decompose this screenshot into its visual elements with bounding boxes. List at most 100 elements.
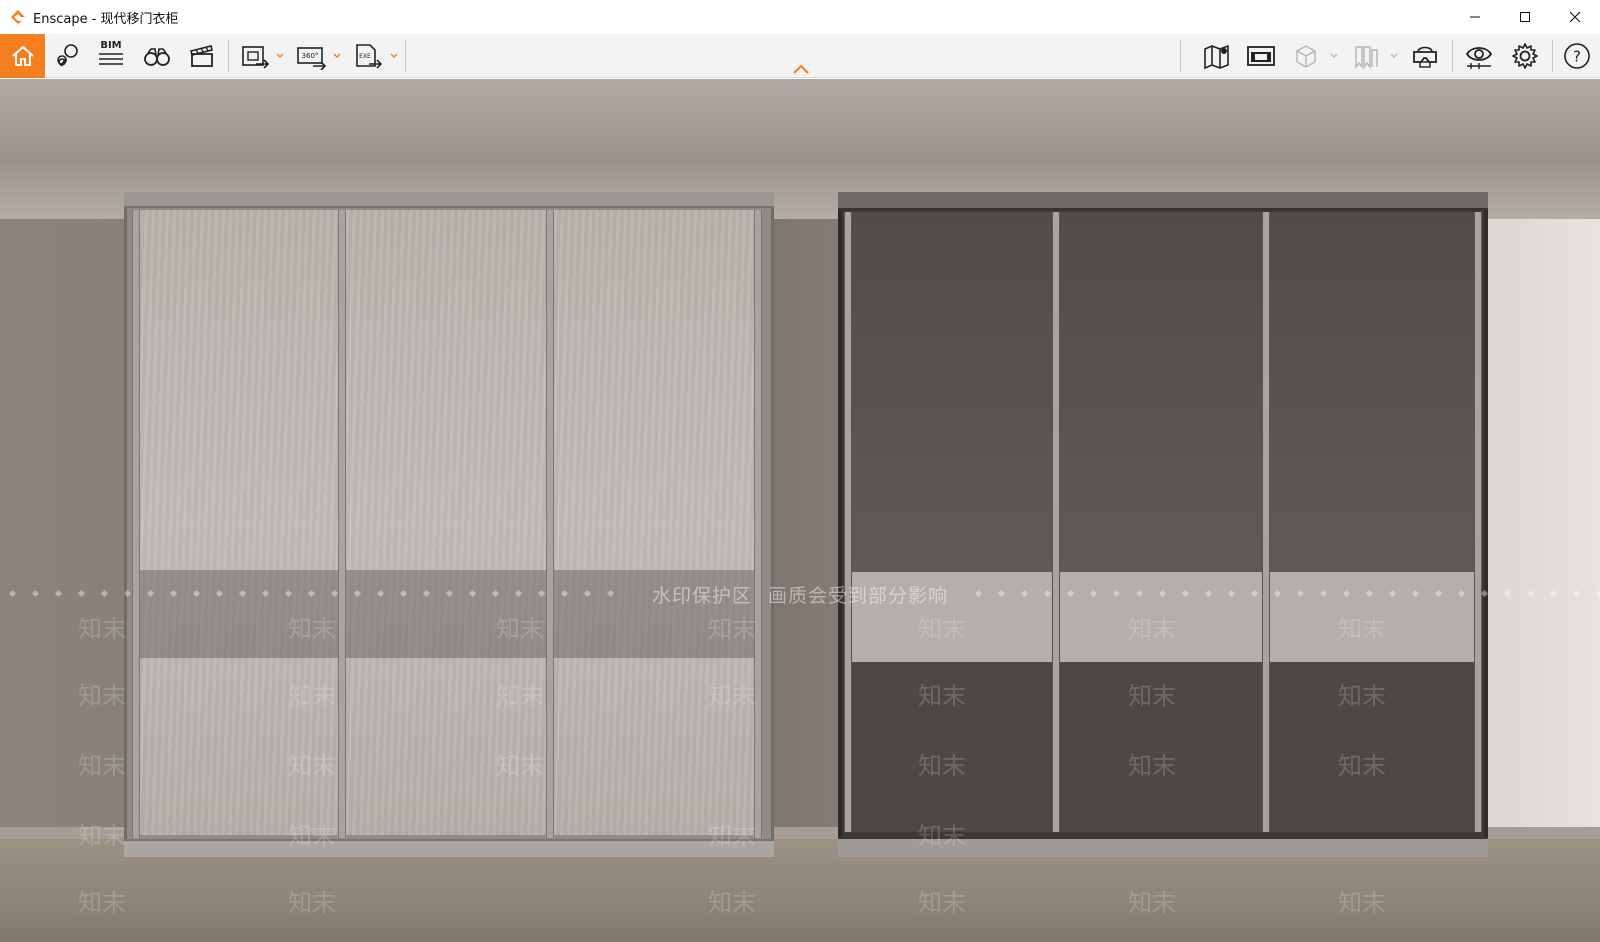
door-rail xyxy=(844,212,852,832)
maximize-button[interactable] xyxy=(1500,0,1550,34)
watermark-tile: 知末 xyxy=(78,822,126,850)
door-rail xyxy=(338,210,346,838)
sliding-door-panel xyxy=(1060,212,1264,832)
help-icon: ? xyxy=(1564,43,1590,69)
watermark-tile: 知末 xyxy=(78,889,126,917)
help-glyph: ? xyxy=(1573,48,1581,66)
watermark-tile: 知末 xyxy=(496,615,544,643)
watermark-tile: 知末 xyxy=(1338,615,1386,643)
watermark-tile: 知末 xyxy=(1338,889,1386,917)
views-button[interactable] xyxy=(52,34,84,78)
door-rail xyxy=(546,210,554,838)
watermark-tile: 知末 xyxy=(496,752,544,780)
wardrobe-top-rail xyxy=(838,192,1488,210)
vr-headset-button[interactable] xyxy=(1408,34,1442,78)
bim-icon xyxy=(99,53,123,65)
watermark-tile: 知末 xyxy=(1338,752,1386,780)
watermark-tile: 知末 xyxy=(288,682,336,710)
toolbar-separator xyxy=(1180,40,1181,72)
watermark-tile: 知末 xyxy=(1128,889,1176,917)
window-title: Enscape - 现代移门衣柜 xyxy=(33,11,179,27)
enscape-logo-icon xyxy=(11,10,25,24)
panorama-label: 360° xyxy=(302,52,319,60)
toolbar-separator xyxy=(405,40,406,72)
watermark-tile: 知末 xyxy=(708,682,756,710)
bookmarks-button[interactable] xyxy=(1350,34,1382,78)
render-image-dropdown[interactable] xyxy=(276,34,284,78)
map-icon xyxy=(1204,44,1229,70)
watermark-tile: 知末 xyxy=(78,682,126,710)
asset-library-button[interactable] xyxy=(1244,34,1278,78)
watermark-text-left: 水印保护区 xyxy=(651,584,752,607)
watermark-tile: 知末 xyxy=(288,752,336,780)
video-editor-button[interactable] xyxy=(186,34,218,78)
home-button[interactable] xyxy=(0,34,45,78)
sliding-door-panel xyxy=(346,210,546,835)
watermark-tile: 知末 xyxy=(918,752,966,780)
render-image-button[interactable] xyxy=(238,34,272,78)
vr-headset-icon xyxy=(1413,46,1437,68)
door-rail xyxy=(754,210,762,838)
toolbar-separator xyxy=(228,40,229,72)
help-button[interactable]: ? xyxy=(1560,34,1594,78)
watermark-banner: 水印保护区 画质会受到部分影响 xyxy=(0,579,1600,609)
close-button[interactable] xyxy=(1550,0,1600,34)
watermark-tile: 知末 xyxy=(918,682,966,710)
door-upper xyxy=(1060,212,1264,572)
main-toolbar: BIM 360° EXE ? xyxy=(0,34,1600,78)
map-pin-icon xyxy=(57,44,78,67)
wardrobe-bottom-rail xyxy=(124,839,774,857)
chevron-down-icon xyxy=(1330,53,1338,58)
watermark-tile: 知末 xyxy=(288,822,336,850)
sliding-door-panel xyxy=(138,210,338,835)
render-viewport[interactable]: 水印保护区 画质会受到部分影响 知末 知末 知末 知末 知末 知末 知末 知末 … xyxy=(0,79,1600,942)
export-panorama-icon: 360° xyxy=(297,47,327,70)
watermark-tile: 知末 xyxy=(1128,615,1176,643)
box-dropdown[interactable] xyxy=(1330,34,1338,78)
box-button[interactable] xyxy=(1290,34,1322,78)
collapse-toolbar-chevron-up-icon[interactable] xyxy=(790,62,812,76)
title-bar: Enscape - 现代移门衣柜 xyxy=(0,0,1600,34)
bookmarks-dropdown[interactable] xyxy=(1390,34,1398,78)
watermark-tile: 知末 xyxy=(918,889,966,917)
visual-settings-button[interactable] xyxy=(1462,34,1496,78)
render-panorama-dropdown[interactable] xyxy=(333,34,341,78)
door-rail xyxy=(1474,212,1482,832)
watermark-tile: 知末 xyxy=(288,889,336,917)
door-rail xyxy=(132,210,140,838)
clapperboard-icon xyxy=(190,45,213,67)
minimize-button[interactable] xyxy=(1450,0,1500,34)
toolbar-separator xyxy=(1452,40,1453,72)
maximize-icon xyxy=(1520,12,1530,22)
settings-button[interactable] xyxy=(1508,34,1542,78)
render-panorama-button[interactable]: 360° xyxy=(293,34,329,78)
export-exe-button[interactable]: EXE xyxy=(352,34,384,78)
watermark-tile: 知末 xyxy=(496,682,544,710)
bim-button[interactable]: BIM xyxy=(95,34,127,78)
watermark-tile: 知末 xyxy=(1128,752,1176,780)
export-exe-icon: EXE xyxy=(356,44,383,69)
wardrobe-top-rail xyxy=(124,192,774,208)
toolbar-separator xyxy=(1552,40,1553,72)
chevron-down-icon xyxy=(333,53,341,58)
watermark-tile: 知末 xyxy=(78,615,126,643)
map-button[interactable] xyxy=(1200,34,1234,78)
chevron-down-icon xyxy=(390,53,398,58)
export-image-icon xyxy=(242,46,270,69)
watermark-tile: 知末 xyxy=(78,752,126,780)
watermark-tile: 知末 xyxy=(288,615,336,643)
export-exe-dropdown[interactable] xyxy=(390,34,398,78)
bim-label: BIM xyxy=(100,40,122,51)
watermark-tile: 知末 xyxy=(708,822,756,850)
watermark-tile: 知末 xyxy=(708,889,756,917)
watermark-tile: 知末 xyxy=(1128,682,1176,710)
watermark-tile: 知末 xyxy=(918,822,966,850)
window-controls xyxy=(1450,0,1600,34)
sliding-door-panel xyxy=(1270,212,1474,832)
chevron-down-icon xyxy=(1390,53,1398,58)
watermark-tile: 知末 xyxy=(1338,682,1386,710)
watermark-tile: 知末 xyxy=(708,615,756,643)
minimize-icon xyxy=(1470,16,1480,18)
watermark-tile: 知末 xyxy=(918,615,966,643)
fly-mode-button[interactable] xyxy=(140,34,174,78)
